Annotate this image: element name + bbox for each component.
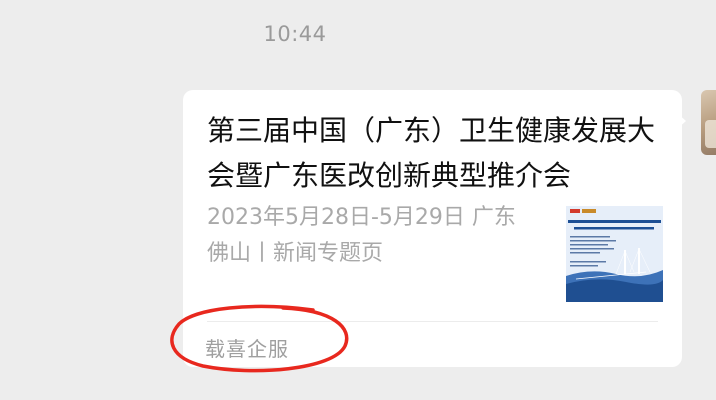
card-divider bbox=[207, 321, 658, 322]
bubble-tail bbox=[676, 112, 686, 130]
account-name[interactable]: 载喜企服 bbox=[205, 333, 289, 362]
chat-screen: 10:44 第三届中国（广东）卫生健康发展大会暨广东医改创新典型推介会 2023… bbox=[0, 0, 716, 400]
avatar-detail bbox=[705, 120, 716, 148]
sender-avatar[interactable] bbox=[701, 90, 716, 155]
article-description: 2023年5月28日-5月29日 广东 佛山丨新闻专题页 bbox=[207, 205, 516, 266]
article-title: 第三届中国（广东）卫生健康发展大会暨广东医改创新典型推介会 bbox=[207, 114, 656, 192]
thumbnail-poster-image bbox=[566, 206, 663, 302]
article-thumbnail bbox=[566, 206, 663, 302]
article-card[interactable]: 第三届中国（广东）卫生健康发展大会暨广东医改创新典型推介会 2023年5月28日… bbox=[183, 90, 682, 367]
message-timestamp: 10:44 bbox=[263, 22, 327, 46]
